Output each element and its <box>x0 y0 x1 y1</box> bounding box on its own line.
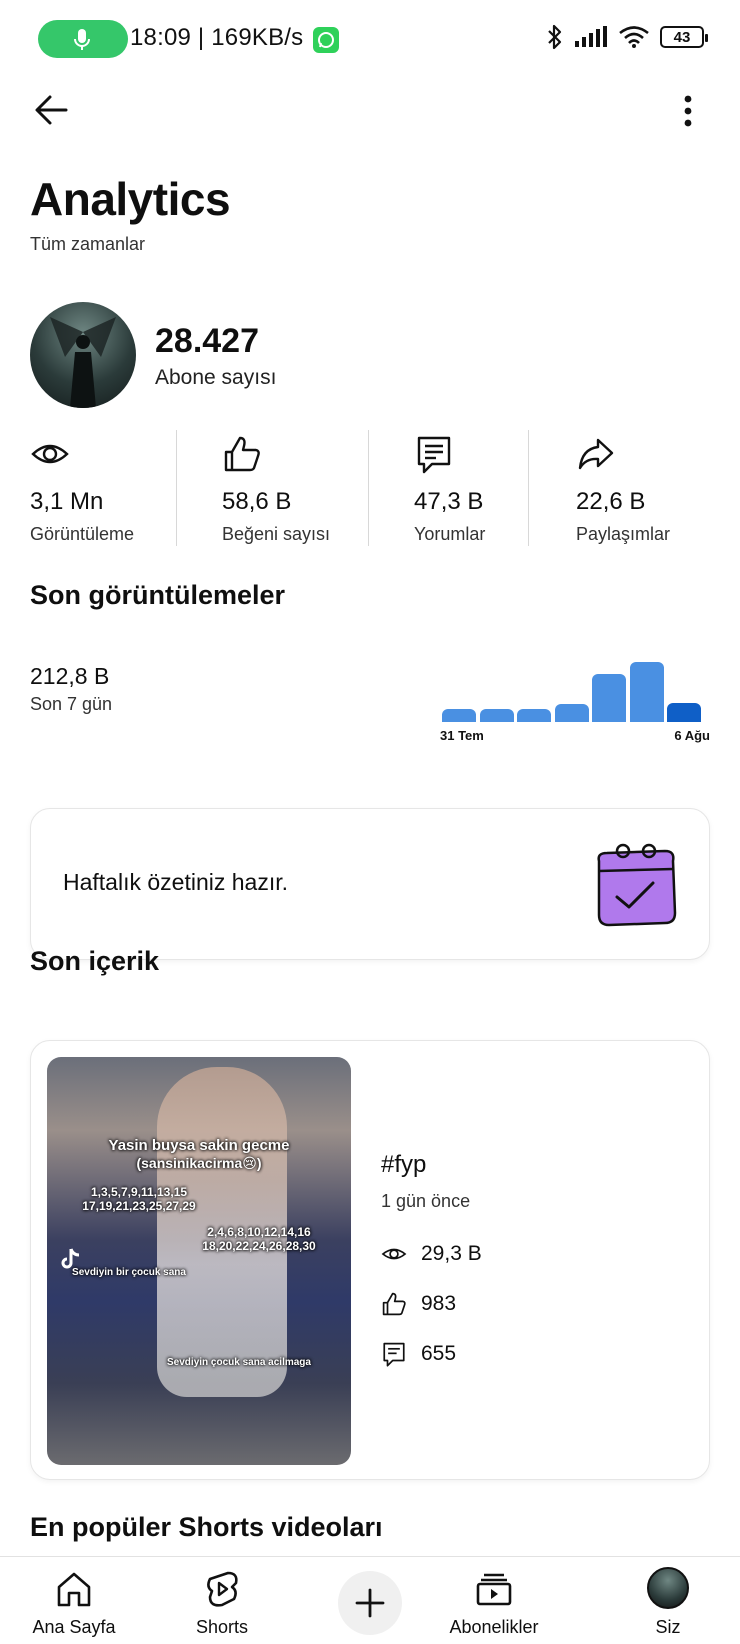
page-title: Analytics <box>30 173 231 225</box>
more-vert-icon <box>684 95 692 127</box>
chart-tick-label: 31 Tem <box>440 728 484 743</box>
more-options-button[interactable] <box>678 88 698 132</box>
chart-bar <box>667 703 701 722</box>
tiktok-logo-icon <box>61 1248 80 1269</box>
share-icon <box>578 438 614 470</box>
chart-bar <box>517 709 551 722</box>
bluetooth-icon <box>548 24 562 50</box>
channel-avatar <box>30 302 136 408</box>
recent-content-heading: Son içerik <box>30 946 160 976</box>
stat-label: Paylaşımlar <box>576 524 671 544</box>
create-button[interactable] <box>338 1571 402 1635</box>
subscriber-label: Abone sayısı <box>155 366 277 389</box>
shorts-icon <box>207 1571 238 1607</box>
recent-views-value: 212,8 B <box>30 663 110 689</box>
video-views-value: 29,3 B <box>421 1242 482 1265</box>
avatar-image <box>50 317 116 408</box>
video-likes-value: 983 <box>421 1292 457 1315</box>
chart-bar <box>479 709 514 722</box>
thumbnail-caption: 2,4,6,8,10,12,14,16 <box>207 1225 311 1239</box>
nav-label: Ana Sayfa <box>32 1617 116 1637</box>
back-arrow-icon <box>35 95 68 125</box>
recent-views-heading: Son görüntülemeler <box>30 580 286 610</box>
chart-bar <box>554 704 589 722</box>
stat-label: Görüntüleme <box>30 524 135 544</box>
chart-bar <box>592 674 626 722</box>
stat-label: Beğeni sayısı <box>222 524 331 544</box>
chart-bar <box>629 662 664 722</box>
divider <box>368 430 369 546</box>
video-likes: 983 <box>381 1291 456 1317</box>
signal-icon <box>575 26 607 47</box>
thumbs-up-icon <box>224 436 260 472</box>
avatar <box>647 1567 689 1609</box>
home-icon <box>57 1572 91 1607</box>
comment-icon <box>417 436 451 474</box>
recent-views-period: Son 7 gün <box>30 694 113 714</box>
nav-you[interactable]: Siz <box>608 1565 728 1644</box>
video-comments-value: 655 <box>421 1342 457 1365</box>
calendar-check-icon <box>597 843 677 927</box>
clock-and-speed: 18:09 | 169KB/s <box>130 24 304 51</box>
wifi-icon <box>619 26 649 48</box>
subscriber-count: 28.427 <box>155 322 259 360</box>
eye-icon <box>31 444 69 464</box>
nav-label: Siz <box>655 1617 681 1637</box>
subscriptions-icon <box>476 1573 512 1606</box>
status-bar: 18:09 | 169KB/s 43 <box>0 0 740 78</box>
eye-icon <box>381 1248 407 1260</box>
bottom-navigation: Ana Sayfa Shorts Abonelikler Siz <box>0 1556 740 1644</box>
comment-icon <box>383 1342 405 1367</box>
mic-active-indicator[interactable] <box>38 20 128 58</box>
stat-value: 58,6 B <box>222 488 292 515</box>
recent-views-chart[interactable]: 31 Tem 6 Ağu <box>440 650 710 750</box>
weekly-summary-card[interactable]: Haftalık özetiniz hazır. <box>30 808 710 960</box>
stat-value: 3,1 Mn <box>30 488 104 515</box>
app-bar <box>0 80 740 140</box>
status-icons: 43 <box>546 24 708 50</box>
nav-label: Abonelikler <box>449 1617 539 1637</box>
thumbnail-caption: Yasin buysa sakin gecme <box>108 1137 290 1154</box>
thumbnail-caption: 1,3,5,7,9,11,13,15 <box>90 1185 188 1199</box>
nav-home[interactable]: Ana Sayfa <box>14 1565 134 1644</box>
divider <box>176 430 177 546</box>
thumbs-up-icon <box>382 1292 406 1316</box>
chart-bar <box>442 709 476 722</box>
video-published-time: 1 gün önce <box>381 1191 471 1211</box>
popular-shorts-heading: En popüler Shorts videoları <box>30 1512 383 1542</box>
nav-shorts[interactable]: Shorts <box>162 1565 282 1644</box>
stat-value: 22,6 B <box>576 488 646 515</box>
stat-value: 47,3 B <box>414 488 484 515</box>
nav-label: Shorts <box>195 1617 249 1637</box>
recent-content-card[interactable]: Yasin buysa sakin gecme (sansinikacirma😢… <box>30 1040 710 1480</box>
stat-label: Yorumlar <box>414 524 486 544</box>
thumbnail-caption: Sevdiyin çocuk sana acilmaga <box>167 1357 311 1368</box>
thumbnail-caption: (sansinikacirma😢) <box>136 1155 262 1171</box>
nav-subscriptions[interactable]: Abonelikler <box>434 1565 554 1644</box>
video-views: 29,3 B <box>381 1241 482 1267</box>
back-button[interactable] <box>30 88 74 132</box>
thumbnail-caption: 18,20,22,24,26,28,30 <box>202 1239 316 1253</box>
video-comments: 655 <box>381 1341 456 1367</box>
thumbnail-caption: Sevdiyin bir çocuk sana <box>72 1267 186 1278</box>
date-range-label: Tüm zamanlar <box>30 234 146 254</box>
video-thumbnail[interactable]: Yasin buysa sakin gecme (sansinikacirma😢… <box>47 1057 351 1465</box>
battery-indicator: 43 <box>660 26 708 48</box>
divider <box>528 430 529 546</box>
chart-tick-label: 6 Ağu <box>674 728 710 743</box>
weekly-summary-text: Haftalık özetiniz hazır. <box>63 869 288 895</box>
stats-row: 3,1 Mn Görüntüleme 58,6 B Beğeni sayısı … <box>0 428 740 548</box>
video-title[interactable]: #fyp <box>381 1151 426 1179</box>
plus-icon <box>355 1588 385 1618</box>
microphone-icon <box>74 29 90 50</box>
whatsapp-icon <box>313 27 339 53</box>
thumbnail-caption: 17,19,21,23,25,27,29 <box>82 1199 196 1213</box>
